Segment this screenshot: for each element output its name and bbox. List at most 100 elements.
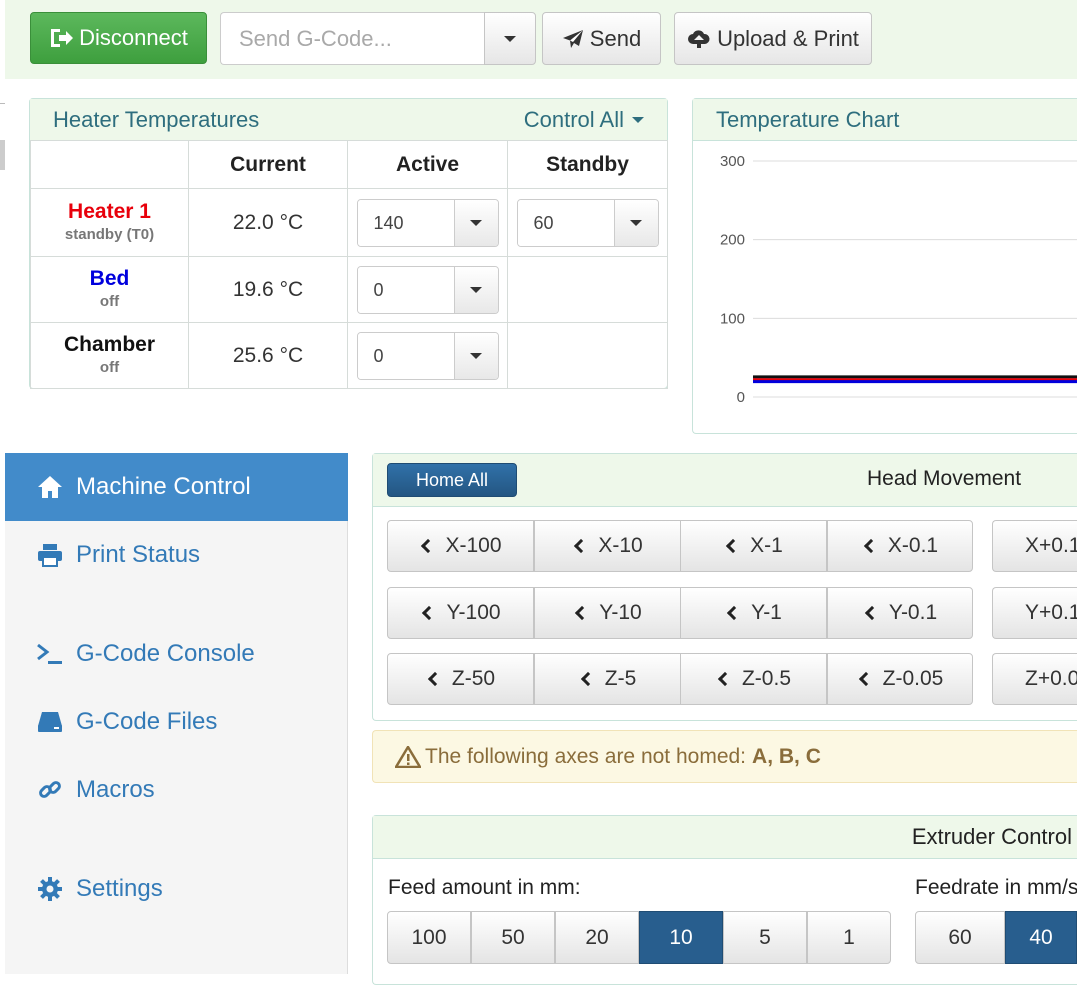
link-icon (36, 777, 64, 803)
current-temp: 25.6 °C (188, 322, 348, 389)
heater-state: off (99, 292, 120, 310)
move-button[interactable]: Z-0.5 (680, 653, 827, 705)
heater-panel-title: Heater Temperatures (53, 106, 260, 132)
current-temp: 19.6 °C (188, 256, 348, 323)
extruder-header: Extruder Control (373, 816, 1077, 859)
chevron-left-icon (580, 671, 595, 687)
heater-1-cell[interactable]: Heater 1 standby (T0) (30, 188, 189, 257)
send-button[interactable]: Send (542, 12, 661, 65)
heater-name: Chamber (63, 332, 156, 356)
sidebar-item-gcode-console[interactable]: G-Code Console (5, 620, 348, 688)
move-button-label: X-1 (750, 534, 783, 557)
sidebar-item-label: Print Status (76, 541, 201, 568)
chevron-left-icon (727, 605, 742, 621)
move-button-label: Z-5 (604, 667, 637, 690)
caret-down-icon (470, 219, 482, 226)
y-tick-label: 300 (720, 153, 745, 170)
heater-name: Heater 1 (68, 199, 151, 223)
feed-amount-option[interactable]: 20 (555, 911, 639, 964)
feedrate-option[interactable]: 40 (1005, 911, 1077, 964)
chevron-left-icon (422, 605, 437, 621)
feed-amount-option[interactable]: 50 (471, 911, 555, 964)
home-all-label: Home All (415, 469, 489, 490)
gcode-history-dropdown[interactable] (484, 12, 536, 65)
feed-amount-option[interactable]: 100 (387, 911, 471, 964)
disconnect-label: Disconnect (79, 25, 188, 50)
chevron-left-icon (863, 538, 878, 554)
not-homed-alert: The following axes are not homed: A, B, … (372, 730, 1077, 783)
move-button[interactable]: Y+0.1 (992, 587, 1077, 639)
move-button[interactable]: X-100 (387, 520, 534, 572)
y-tick-label: 200 (720, 232, 745, 249)
standby-temp-value[interactable]: 60 (517, 199, 614, 246)
home-all-button[interactable]: Home All (387, 463, 517, 497)
gcode-input[interactable] (220, 12, 485, 65)
active-temp-value[interactable]: 140 (357, 199, 454, 246)
send-label: Send (589, 25, 642, 51)
move-button-label: Z-0.5 (741, 667, 791, 690)
active-temp-cell: 0 (347, 322, 508, 389)
move-button[interactable]: X-1 (680, 520, 827, 572)
move-button[interactable]: Z-0.05 (827, 653, 973, 705)
bed-cell[interactable]: Bed off (30, 256, 189, 323)
active-temp-dropdown[interactable] (453, 266, 498, 313)
sidebar-item-settings[interactable]: Settings (5, 855, 348, 923)
caret-down-icon (630, 219, 642, 226)
active-temp-select[interactable]: 0 (356, 265, 499, 314)
gear-icon (36, 876, 64, 902)
move-button[interactable]: Z-5 (534, 653, 681, 705)
standby-temp-cell-empty (507, 256, 668, 323)
feedrate-option[interactable]: 60 (915, 911, 1005, 964)
sidebar: Machine Control Print Status G-Code Cons… (5, 453, 348, 974)
upload-print-button[interactable]: Upload & Print (674, 12, 872, 65)
extruder-title: Extruder Control (911, 824, 1072, 849)
control-all-dropdown[interactable]: Control All (524, 107, 644, 133)
caret-down-icon (470, 286, 482, 293)
move-button[interactable]: X-10 (534, 520, 681, 572)
move-button[interactable]: Y-10 (534, 587, 681, 639)
y-tick-label: 100 (720, 310, 745, 327)
heater-state: off (99, 358, 120, 376)
chevron-left-icon (421, 538, 436, 554)
standby-temp-select[interactable]: 60 (516, 198, 659, 247)
move-button[interactable]: Z+0.05 (992, 653, 1077, 705)
chamber-cell[interactable]: Chamber off (30, 322, 189, 389)
move-button[interactable]: X-0.1 (827, 520, 973, 572)
caret-down-icon (504, 35, 516, 42)
chevron-left-icon (574, 538, 589, 554)
alert-axes: A, B, C (752, 744, 821, 768)
move-button-label: Z-50 (451, 667, 496, 690)
head-movement-title: Head Movement (867, 467, 1022, 490)
send-icon (562, 29, 584, 49)
feed-amount-label: Feed amount in mm: (388, 876, 581, 899)
move-button[interactable]: Z-50 (387, 653, 534, 705)
active-temp-dropdown[interactable] (453, 332, 498, 379)
warning-icon (395, 745, 421, 768)
chart-title: Temperature Chart (716, 106, 900, 132)
active-temp-value[interactable]: 0 (357, 266, 454, 313)
standby-temp-dropdown[interactable] (613, 199, 658, 246)
feed-amount-option[interactable]: 10 (639, 911, 723, 964)
feed-amount-option[interactable]: 1 (807, 911, 891, 964)
sidebar-item-macros[interactable]: Macros (5, 756, 348, 824)
chevron-left-icon (427, 671, 442, 687)
move-button[interactable]: Y-1 (680, 587, 827, 639)
move-button-label: X-10 (598, 534, 643, 557)
sidebar-item-label: G-Code Console (76, 640, 255, 667)
active-temp-dropdown[interactable] (453, 199, 498, 246)
move-button[interactable]: X+0.1 (992, 520, 1077, 572)
sidebar-item-print-status[interactable]: Print Status (5, 521, 348, 589)
active-temp-select[interactable]: 140 (356, 198, 499, 247)
y-tick-label: 0 (737, 389, 745, 406)
active-temp-value[interactable]: 0 (357, 332, 454, 379)
disconnect-button[interactable]: Disconnect (30, 12, 207, 64)
active-temp-select[interactable]: 0 (356, 331, 499, 380)
chevron-left-icon (575, 605, 590, 621)
active-temp-cell: 0 (347, 256, 508, 323)
move-button[interactable]: Y-0.1 (827, 587, 973, 639)
chevron-left-icon (858, 671, 873, 687)
feed-amount-option[interactable]: 5 (723, 911, 807, 964)
sidebar-item-machine-control[interactable]: Machine Control (5, 453, 348, 521)
sidebar-item-gcode-files[interactable]: G-Code Files (5, 688, 348, 756)
move-button[interactable]: Y-100 (387, 587, 534, 639)
